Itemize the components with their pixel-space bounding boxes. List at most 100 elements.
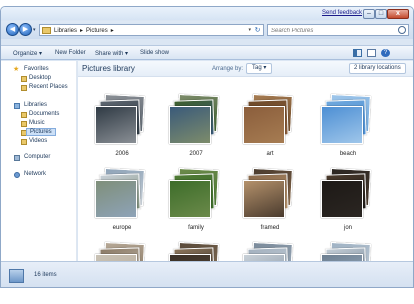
folder-name: europe [112,225,132,231]
breadcrumb-pictures[interactable]: Pictures [86,28,108,34]
folder-name: family [188,225,204,231]
photo-thumbnail [321,106,363,144]
sidebar-item-network[interactable]: Network [1,171,77,179]
folder-tile[interactable]: framed [240,165,300,237]
sidebar-item-label: Favorites [24,66,49,72]
folder-tile[interactable] [92,239,152,261]
videos-icon [21,139,27,145]
folder-name: framed [260,225,280,231]
maximize-button[interactable]: □ [375,9,387,19]
sidebar-item-documents[interactable]: Documents [1,111,77,119]
recent-places-icon [21,85,27,91]
folder-tile[interactable]: beach [318,91,378,163]
file-list: Pictures library Arrange by: Tag ▾ 2 lib… [78,61,413,261]
sidebar-item-music[interactable]: Music [1,120,77,128]
folder-tile[interactable]: 2007 [166,91,226,163]
photo-thumbnail [169,180,211,218]
slide-show-button[interactable]: Slide show [140,50,169,56]
sidebar-item-recent-places[interactable]: Recent Places [1,84,77,92]
details-pane: 16 items [1,261,413,287]
share-with-button[interactable]: Share with ▾ [95,50,128,57]
preview-pane-icon[interactable] [367,49,376,57]
sidebar-item-label: Libraries [24,102,48,108]
breadcrumb-separator[interactable]: ▸ [80,28,83,34]
photo-thumbnail [95,106,137,144]
folder-name: jon [343,225,352,231]
sidebar-item-pictures[interactable]: Pictures [1,128,77,137]
new-folder-button[interactable]: New Folder [55,50,86,56]
forward-button[interactable]: ▶ [19,23,32,36]
folder-thumbnail-stack [240,165,300,225]
sidebar-item-label: Desktop [29,75,52,81]
library-header: Pictures library Arrange by: Tag ▾ 2 lib… [78,61,413,77]
sidebar-item-libraries[interactable]: Libraries [1,102,77,110]
close-button[interactable]: x [387,9,409,19]
folder-tile[interactable] [166,239,226,261]
photo-thumbnail [243,254,285,261]
search-box [267,24,409,36]
folder-thumbnail-stack [92,239,152,261]
photo-thumbnail [95,180,137,218]
sidebar-item-label: Pictures [26,128,56,136]
organize-button[interactable]: Organize ▾ [13,50,42,57]
item-count: 16 items [34,272,57,278]
folder-thumbnail-stack [166,91,226,151]
sidebar-item-desktop[interactable]: Desktop [1,75,77,83]
send-feedback-link[interactable]: Send feedback [322,10,362,16]
address-row: ◀ ▶ ▾ Libraries ▸ Pictures ▸ ▾ ↻ [1,21,413,39]
libraries-icon [14,103,20,109]
sidebar-item-label: Network [24,171,47,177]
folder-name: art [266,151,274,157]
help-icon[interactable]: ? [381,49,390,57]
folder-tile[interactable]: jon [318,165,378,237]
refresh-icon[interactable]: ↻ [253,26,262,35]
sidebar-item-label: Computer [24,154,51,160]
folder-thumbnail-stack [318,165,378,225]
folder-thumbnail-stack [166,239,226,261]
folder-thumbnail-stack [92,91,152,151]
arrange-by-dropdown[interactable]: Tag ▾ [246,63,273,74]
folder-tile[interactable]: art [240,91,300,163]
documents-icon [21,112,27,118]
star-icon: ★ [13,66,20,73]
photo-thumbnail [243,106,285,144]
breadcrumb-separator[interactable]: ▸ [111,28,114,34]
breadcrumb-libraries[interactable]: Libraries [54,28,77,34]
music-icon [21,121,27,127]
folder-tile[interactable] [318,239,378,261]
address-dropdown-icon[interactable]: ▾ [248,27,251,33]
sidebar-item-label: Videos [29,138,48,144]
folder-thumbnail-stack [92,165,152,225]
sidebar-item-label: Recent Places [29,84,68,90]
folder-tile[interactable]: 2006 [92,91,152,163]
folder-tile[interactable] [240,239,300,261]
sidebar-item-videos[interactable]: Videos [1,138,77,146]
library-locations-button[interactable]: 2 library locations [349,63,406,74]
sidebar-item-label: Documents [29,111,60,117]
photo-thumbnail [243,180,285,218]
recent-pages-dropdown[interactable]: ▾ [33,27,38,33]
minimize-button[interactable]: – [363,9,375,19]
back-button[interactable]: ◀ [6,23,19,36]
photo-thumbnail [169,106,211,144]
arrange-by-label: Arrange by: [212,66,244,72]
sidebar-item-computer[interactable]: Computer [1,154,77,162]
folder-name: beach [339,151,357,157]
pictures-library-icon [9,269,24,283]
change-view-icon[interactable] [353,49,362,57]
search-icon[interactable] [398,26,406,34]
photo-thumbnail [169,254,211,261]
network-icon [14,172,20,178]
search-input[interactable] [271,26,396,35]
address-bar[interactable]: Libraries ▸ Pictures ▸ ▾ ↻ [39,24,264,36]
breadcrumb: Libraries ▸ Pictures ▸ [54,27,117,34]
folder-tile[interactable]: europe [92,165,152,237]
photo-thumbnail [321,180,363,218]
computer-icon [14,155,20,161]
folder-thumbnail-stack [318,239,378,261]
photo-thumbnail [95,254,137,261]
folder-name: 2007 [189,151,203,157]
sidebar-item-favorites[interactable]: ★ Favorites [1,66,77,74]
photo-thumbnail [321,254,363,261]
folder-tile[interactable]: family [166,165,226,237]
